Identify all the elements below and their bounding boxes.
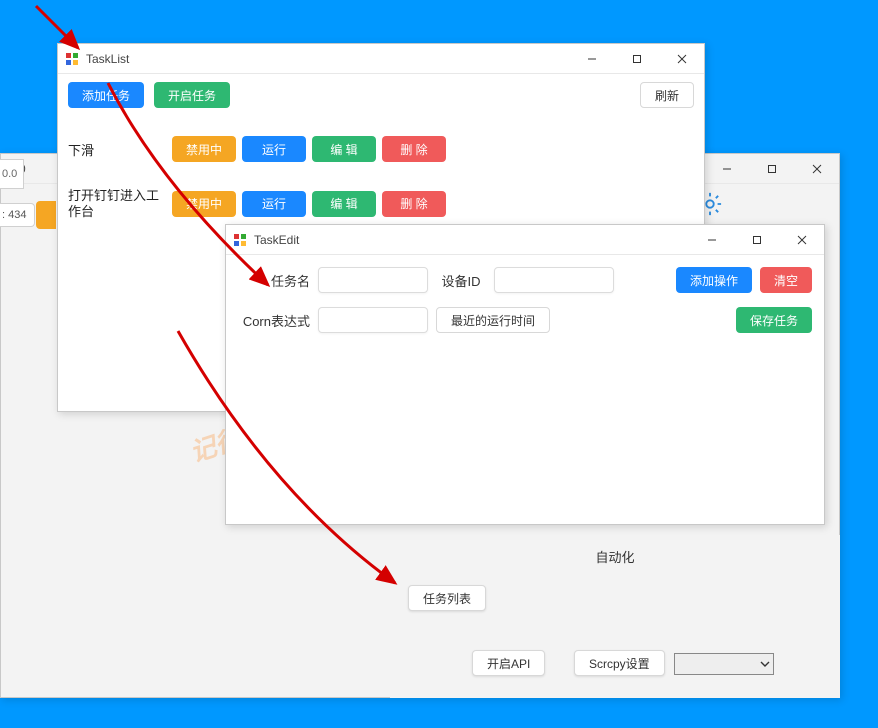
task-row: 打开钉钉进入工作台 禁用中 运行 编 辑 删 除 — [58, 186, 704, 221]
taskedit-window: TaskEdit 任务名 设备ID 添加操作 清空 Corn表达式 最近的运行时… — [225, 224, 825, 525]
back-minimize-button[interactable] — [704, 155, 749, 183]
app-icon — [232, 232, 248, 248]
add-task-button[interactable]: 添加任务 — [68, 82, 144, 108]
corn-label: Corn表达式 — [238, 311, 310, 330]
taskname-label: 任务名 — [238, 271, 310, 290]
run-button[interactable]: 运行 — [242, 136, 306, 162]
automation-heading: 自动化 — [390, 535, 840, 566]
corn-input[interactable] — [318, 307, 428, 333]
device-dropdown[interactable] — [674, 653, 774, 675]
corn-row: Corn表达式 最近的运行时间 保存任务 — [238, 307, 812, 333]
taskedit-titlebar: TaskEdit — [226, 225, 824, 255]
automation-panel: 自动化 任务列表 开启API Scrcpy设置 — [390, 535, 840, 698]
deviceid-label: 设备ID — [436, 271, 486, 290]
app-icon — [64, 51, 80, 67]
recent-runtime-button[interactable]: 最近的运行时间 — [436, 307, 550, 333]
back-close-button[interactable] — [794, 155, 839, 183]
tasklist-maximize-button[interactable] — [614, 45, 659, 73]
save-task-button[interactable]: 保存任务 — [736, 307, 812, 333]
delete-button[interactable]: 删 除 — [382, 191, 446, 217]
chevron-down-icon — [760, 659, 770, 669]
open-api-button[interactable]: 开启API — [472, 650, 545, 676]
tasklist-title: TaskList — [86, 52, 129, 66]
disable-button[interactable]: 禁用中 — [172, 136, 236, 162]
run-button[interactable]: 运行 — [242, 191, 306, 217]
deviceid-input[interactable] — [494, 267, 614, 293]
tasklist-minimize-button[interactable] — [569, 45, 614, 73]
fragment-status: : 434 — [0, 203, 35, 227]
start-task-button[interactable]: 开启任务 — [154, 82, 230, 108]
clear-button[interactable]: 清空 — [760, 267, 812, 293]
back-maximize-button[interactable] — [749, 155, 794, 183]
tasklist-close-button[interactable] — [659, 45, 704, 73]
delete-button[interactable]: 删 除 — [382, 136, 446, 162]
taskedit-minimize-button[interactable] — [689, 226, 734, 254]
edit-button[interactable]: 编 辑 — [312, 191, 376, 217]
fragment-orange-button[interactable] — [36, 201, 56, 229]
tasklist-toolbar: 添加任务 开启任务 刷新 — [58, 74, 704, 116]
tasklist-titlebar: TaskList — [58, 44, 704, 74]
tasklist-button[interactable]: 任务列表 — [408, 585, 486, 611]
taskname-input[interactable] — [318, 267, 428, 293]
fragment-title: 0.0 — [0, 159, 24, 189]
task-row: 下滑 禁用中 运行 编 辑 删 除 — [58, 134, 704, 164]
taskedit-maximize-button[interactable] — [734, 226, 779, 254]
taskedit-close-button[interactable] — [779, 226, 824, 254]
task-name: 打开钉钉进入工作台 — [68, 188, 166, 219]
edit-button[interactable]: 编 辑 — [312, 136, 376, 162]
disable-button[interactable]: 禁用中 — [172, 191, 236, 217]
taskedit-title: TaskEdit — [254, 233, 299, 247]
add-operation-button[interactable]: 添加操作 — [676, 267, 752, 293]
taskname-row: 任务名 设备ID 添加操作 清空 — [238, 267, 812, 293]
refresh-button[interactable]: 刷新 — [640, 82, 694, 108]
scrcpy-settings-button[interactable]: Scrcpy设置 — [574, 650, 665, 676]
task-name: 下滑 — [68, 140, 166, 159]
